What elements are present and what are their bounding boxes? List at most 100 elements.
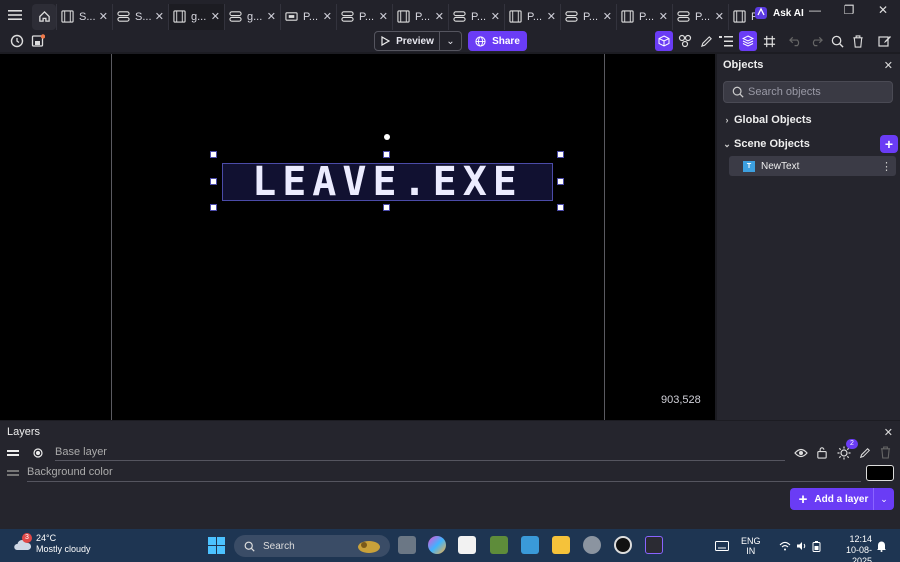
- objects-group-icon[interactable]: [677, 31, 693, 51]
- scene-canvas[interactable]: LEAVE.EXE 903,528: [0, 54, 715, 420]
- redo-icon[interactable]: [808, 31, 824, 51]
- add-layer-button[interactable]: + Add a layer: [790, 488, 877, 510]
- close-tab-icon[interactable]: ✕: [491, 10, 500, 23]
- store-icon[interactable]: [458, 536, 476, 554]
- undo-icon[interactable]: [787, 31, 803, 51]
- pencil-icon[interactable]: [698, 31, 714, 51]
- close-tab-icon[interactable]: ✕: [99, 10, 108, 23]
- tab[interactable]: g... ✕: [224, 3, 280, 30]
- gdevelop-icon[interactable]: [645, 536, 663, 554]
- task-view-icon[interactable]: [398, 536, 416, 554]
- ask-ai-button[interactable]: Ask AI: [754, 0, 804, 26]
- language-indicator[interactable]: ENG IN: [741, 536, 761, 556]
- home-tab[interactable]: [32, 3, 56, 30]
- tab[interactable]: P... ✕: [616, 3, 672, 30]
- close-tab-icon[interactable]: ✕: [435, 10, 444, 23]
- close-tab-icon[interactable]: ✕: [659, 10, 668, 23]
- notification-bell-icon[interactable]: [876, 540, 887, 552]
- text-object[interactable]: LEAVE.EXE: [222, 159, 553, 205]
- minimize-button[interactable]: —: [798, 0, 832, 26]
- resize-handle[interactable]: [557, 204, 564, 211]
- object-search-box[interactable]: [723, 81, 893, 103]
- tab[interactable]: P... ✕: [448, 3, 504, 30]
- close-tab-icon[interactable]: ✕: [267, 10, 276, 23]
- close-tab-icon[interactable]: ✕: [323, 10, 332, 23]
- resize-handle[interactable]: [383, 204, 390, 211]
- close-icon[interactable]: ✕: [884, 426, 893, 439]
- grid-icon[interactable]: [761, 31, 777, 51]
- add-object-button[interactable]: +: [880, 135, 898, 153]
- history-icon[interactable]: [9, 31, 25, 51]
- background-color-swatch[interactable]: [866, 465, 894, 481]
- trash-icon[interactable]: [880, 446, 891, 459]
- close-tab-icon[interactable]: ✕: [603, 10, 612, 23]
- close-tab-icon[interactable]: ✕: [547, 10, 556, 23]
- drag-handle-icon[interactable]: [7, 450, 19, 458]
- trash-icon[interactable]: [850, 31, 866, 51]
- tab-label: P...: [695, 10, 711, 23]
- film-icon: [621, 9, 635, 24]
- clock[interactable]: 12:14 10-08-2025: [826, 534, 872, 562]
- tab[interactable]: P... ✕: [336, 3, 392, 30]
- resize-handle[interactable]: [557, 151, 564, 158]
- global-objects-group[interactable]: › Global Objects: [717, 110, 900, 130]
- tab[interactable]: S... ✕: [56, 3, 112, 30]
- eye-icon[interactable]: [794, 447, 808, 459]
- tab[interactable]: P... ✕: [280, 3, 336, 30]
- maximize-button[interactable]: ❐: [832, 0, 866, 26]
- layer-row[interactable]: Base layer 2: [0, 439, 900, 463]
- battery-icon[interactable]: [812, 540, 821, 552]
- save-icon[interactable]: [30, 31, 46, 51]
- search-icon: [732, 86, 744, 98]
- close-tab-icon[interactable]: ✕: [715, 10, 724, 23]
- wifi-icon[interactable]: [779, 541, 791, 551]
- notepad-icon[interactable]: [521, 536, 539, 554]
- close-tab-icon[interactable]: ✕: [155, 10, 164, 23]
- zoom-icon[interactable]: [829, 31, 845, 51]
- obs-icon[interactable]: [614, 536, 632, 554]
- layers-icon[interactable]: [739, 31, 757, 51]
- preview-dropdown[interactable]: ⌄: [440, 31, 462, 51]
- resize-handle[interactable]: [210, 178, 217, 185]
- share-button[interactable]: Share: [468, 31, 527, 51]
- radio-selected-icon[interactable]: [33, 448, 43, 458]
- layer-name[interactable]: Base layer: [55, 446, 107, 458]
- search-objects-input[interactable]: [748, 86, 878, 98]
- close-tab-icon[interactable]: ✕: [379, 10, 388, 23]
- close-tab-icon[interactable]: ✕: [211, 10, 220, 23]
- object-list-item[interactable]: T NewText ⋮: [729, 156, 896, 176]
- scene-objects-group[interactable]: ⌄ Scene Objects +: [717, 134, 900, 154]
- menu-icon[interactable]: [0, 0, 30, 30]
- settings-icon[interactable]: [583, 536, 601, 554]
- weather-widget[interactable]: 3 24°C Mostly cloudy: [12, 533, 91, 555]
- tab[interactable]: P... ✕: [560, 3, 616, 30]
- add-layer-dropdown[interactable]: ⌄: [873, 488, 894, 510]
- minecraft-icon[interactable]: [490, 536, 508, 554]
- background-color-row[interactable]: Background color: [0, 463, 900, 483]
- cube-icon[interactable]: [655, 31, 673, 51]
- tab[interactable]: P... ✕: [392, 3, 448, 30]
- close-window-button[interactable]: ✕: [866, 0, 900, 26]
- windows-start-icon[interactable]: [208, 537, 225, 554]
- resize-handle[interactable]: [210, 204, 217, 211]
- resize-handle[interactable]: [557, 178, 564, 185]
- pencil-icon[interactable]: [859, 447, 871, 459]
- unlock-icon[interactable]: [816, 446, 828, 459]
- volume-icon[interactable]: [796, 541, 807, 551]
- keyboard-icon[interactable]: [715, 541, 729, 551]
- taskbar-search[interactable]: Search: [234, 535, 390, 557]
- preview-button[interactable]: Preview: [374, 31, 440, 51]
- more-options-icon[interactable]: ⋮: [881, 160, 892, 173]
- tab[interactable]: g... ✕: [168, 3, 224, 30]
- copilot-icon[interactable]: [428, 536, 446, 554]
- close-icon[interactable]: ✕: [884, 59, 893, 72]
- resize-handle[interactable]: [210, 151, 217, 158]
- resize-handle[interactable]: [383, 151, 390, 158]
- file-explorer-icon[interactable]: [552, 536, 570, 554]
- edit-properties-icon[interactable]: [876, 31, 894, 51]
- properties-list-icon[interactable]: [718, 31, 734, 51]
- tab[interactable]: P... ✕: [672, 3, 728, 30]
- rotation-handle[interactable]: [384, 134, 390, 140]
- tab[interactable]: P... ✕: [504, 3, 560, 30]
- tab[interactable]: S... ✕: [112, 3, 168, 30]
